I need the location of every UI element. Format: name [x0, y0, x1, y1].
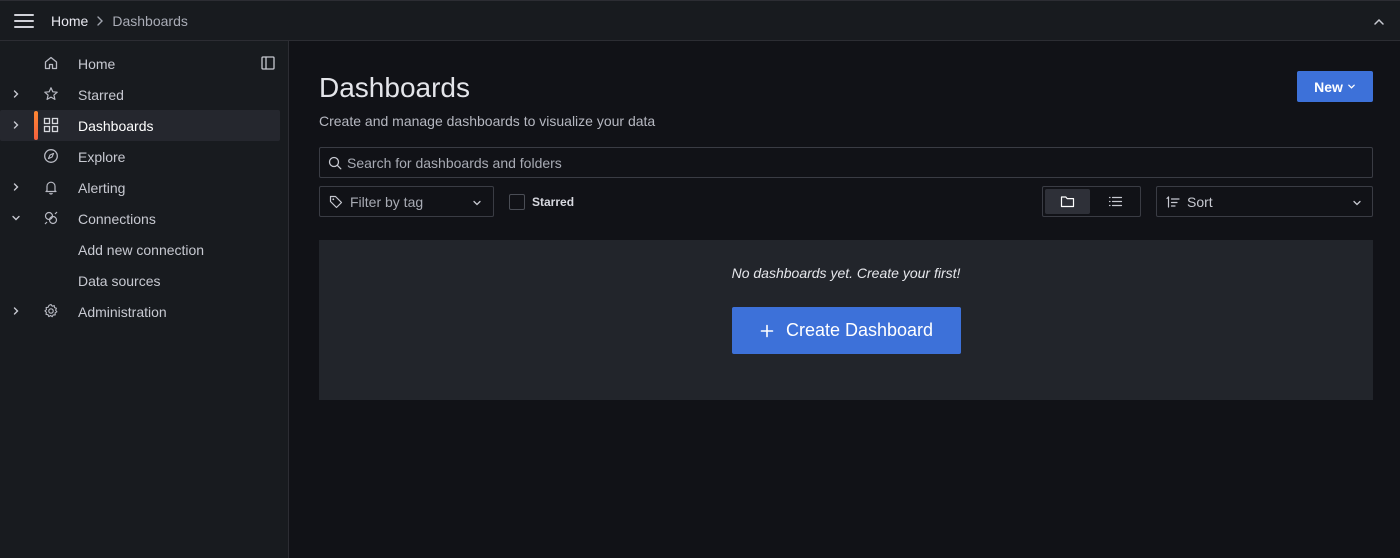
page-title: Dashboards: [319, 72, 470, 103]
chevron-down-icon: [473, 200, 481, 206]
empty-state-message: No dashboards yet. Create your first!: [731, 265, 961, 281]
chevron-right-icon[interactable]: [10, 119, 22, 131]
sidebar-item-label: Connections: [78, 211, 156, 227]
connections-icon: [43, 210, 59, 226]
sort-select[interactable]: Sort: [1156, 186, 1373, 217]
chevron-down-icon: [1348, 84, 1355, 89]
view-toggle: [1042, 186, 1141, 217]
filter-by-tag-label: Filter by tag: [350, 194, 424, 210]
sidebar-item-label: Add new connection: [78, 242, 205, 258]
chevron-down-icon: [1353, 200, 1361, 206]
breadcrumb-dashboards: Dashboards: [112, 13, 188, 29]
menu-icon[interactable]: [14, 13, 34, 29]
starred-checkbox[interactable]: [509, 194, 525, 210]
chevron-right-icon[interactable]: [10, 305, 22, 317]
list-view-button[interactable]: [1093, 189, 1138, 214]
create-dashboard-label: Create Dashboard: [785, 320, 934, 340]
page-subtitle: Create and manage dashboards to visualiz…: [319, 113, 656, 129]
active-indicator: [34, 111, 38, 140]
home-icon: [43, 55, 59, 71]
sidebar: Home Starred Dashboards Explore Alerting…: [0, 41, 289, 558]
breadcrumb: Home Dashboards: [51, 13, 188, 29]
chevron-right-icon: [96, 16, 104, 26]
sidebar-item-dashboards[interactable]: Dashboards: [0, 110, 280, 141]
list-icon: [1108, 196, 1123, 207]
sidebar-item-label: Home: [78, 56, 116, 72]
sidebar-item-starred[interactable]: Starred: [0, 79, 280, 110]
search-input[interactable]: [347, 148, 1357, 177]
sidebar-item-explore[interactable]: Explore: [0, 141, 280, 172]
new-button-label: New: [1314, 78, 1343, 95]
sidebar-item-alerting[interactable]: Alerting: [0, 172, 280, 203]
bell-icon: [43, 179, 59, 195]
plus-icon: [760, 324, 774, 337]
chevron-up-icon[interactable]: [1372, 15, 1386, 29]
filter-by-tag-select[interactable]: Filter by tag: [319, 186, 494, 217]
search-icon: [328, 156, 342, 170]
sort-icon: [1166, 196, 1180, 208]
chevron-right-icon[interactable]: [10, 181, 22, 193]
sidebar-item-label: Administration: [78, 304, 167, 320]
chevron-down-icon[interactable]: [10, 212, 22, 224]
star-icon: [43, 86, 59, 102]
breadcrumb-home[interactable]: Home: [51, 13, 88, 29]
starred-checkbox-label[interactable]: Starred: [532, 195, 574, 209]
chevron-right-icon[interactable]: [10, 88, 22, 100]
sidebar-item-add-new-connection[interactable]: Add new connection: [0, 234, 280, 265]
tag-icon: [329, 195, 343, 209]
compass-icon: [43, 148, 59, 164]
sidebar-item-label: Dashboards: [78, 118, 154, 134]
cog-icon: [43, 303, 59, 319]
folder-icon: [1060, 196, 1075, 208]
search-field: [319, 147, 1373, 178]
sidebar-item-home[interactable]: Home: [0, 48, 280, 79]
folder-view-button[interactable]: [1045, 189, 1090, 214]
top-bar: Home Dashboards: [0, 0, 1400, 41]
sidebar-item-administration[interactable]: Administration: [0, 296, 280, 327]
create-dashboard-button[interactable]: Create Dashboard: [732, 307, 961, 354]
new-button[interactable]: New: [1297, 71, 1373, 102]
sort-label: Sort: [1187, 194, 1213, 210]
sidebar-item-label: Explore: [78, 149, 126, 165]
sidebar-item-data-sources[interactable]: Data sources: [0, 265, 280, 296]
apps-icon: [43, 117, 59, 133]
empty-state-panel: No dashboards yet. Create your first! Cr…: [319, 240, 1373, 400]
sidebar-item-label: Alerting: [78, 180, 126, 196]
sidebar-item-label: Starred: [78, 87, 124, 103]
main-content: Dashboards Create and manage dashboards …: [290, 41, 1400, 558]
sidebar-item-label: Data sources: [78, 273, 161, 289]
sidebar-item-connections[interactable]: Connections: [0, 203, 280, 234]
